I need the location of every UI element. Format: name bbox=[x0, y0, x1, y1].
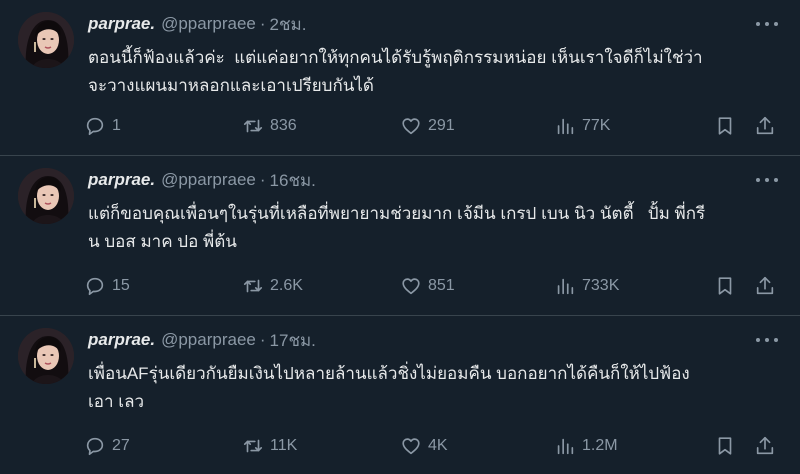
views-icon bbox=[557, 118, 574, 135]
display-name[interactable]: parprae. bbox=[88, 170, 155, 190]
tweet[interactable]: parprae. @pparpraee · 17ชม. เพื่อนAFรุ่น… bbox=[0, 316, 800, 474]
like-count: 291 bbox=[428, 117, 455, 134]
share-icon bbox=[756, 436, 774, 455]
bookmark-icon bbox=[718, 117, 732, 135]
share-button[interactable] bbox=[754, 112, 776, 140]
retweet-icon bbox=[243, 119, 263, 133]
timestamp[interactable]: 2ชม. bbox=[270, 11, 307, 38]
bookmark-button[interactable] bbox=[714, 432, 736, 460]
user-handle[interactable]: @pparpraee bbox=[161, 330, 256, 350]
like-button[interactable]: 291 bbox=[400, 112, 455, 140]
reply-button[interactable]: 27 bbox=[84, 432, 130, 460]
bookmark-button[interactable] bbox=[714, 112, 736, 140]
reply-count: 1 bbox=[112, 117, 121, 134]
like-button[interactable]: 4K bbox=[400, 432, 448, 460]
heart-icon bbox=[402, 438, 420, 455]
tweet-feed: parprae. @pparpraee · 2ชม. ตอนนี้ก็ฟ้องแ… bbox=[0, 0, 800, 474]
like-count: 851 bbox=[428, 277, 455, 294]
like-button[interactable]: 851 bbox=[400, 272, 455, 300]
tweet-text: เพื่อนAFรุ่นเดียวกันยืมเงินไปหลายล้านแล้… bbox=[88, 364, 690, 411]
timestamp[interactable]: 17ชม. bbox=[270, 327, 316, 354]
retweet-count: 11K bbox=[270, 437, 298, 454]
tweet[interactable]: parprae. @pparpraee · 2ชม. ตอนนี้ก็ฟ้องแ… bbox=[0, 0, 800, 156]
tweet-actions: 15 2.6K 851 733K bbox=[84, 272, 784, 300]
reply-icon bbox=[86, 117, 104, 136]
views-button[interactable]: 733K bbox=[554, 272, 619, 300]
timestamp[interactable]: 16ชม. bbox=[270, 167, 316, 194]
separator: · bbox=[259, 330, 266, 349]
avatar[interactable] bbox=[18, 328, 74, 384]
avatar-image bbox=[18, 168, 74, 224]
retweet-icon bbox=[243, 279, 263, 293]
bookmark-button[interactable] bbox=[714, 272, 736, 300]
views-count: 733K bbox=[582, 277, 620, 294]
views-count: 1.2M bbox=[582, 437, 618, 454]
like-count: 4K bbox=[428, 437, 448, 454]
views-icon bbox=[557, 438, 574, 455]
separator: · bbox=[259, 14, 266, 33]
display-name[interactable]: parprae. bbox=[88, 330, 155, 350]
tweet-actions: 1 836 291 77K bbox=[84, 112, 784, 140]
share-icon bbox=[756, 116, 774, 135]
share-button[interactable] bbox=[754, 432, 776, 460]
retweet-button[interactable]: 836 bbox=[242, 112, 297, 140]
display-name[interactable]: parprae. bbox=[88, 14, 155, 34]
views-icon bbox=[557, 278, 574, 295]
reply-icon bbox=[86, 437, 104, 456]
more-icon[interactable] bbox=[756, 170, 778, 190]
tweet-header: parprae. @pparpraee · 17ชม. bbox=[88, 328, 316, 352]
tweet-text: แต่ก็ขอบคุณเพื่อนๆในรุ่นที่เหลือที่พยายา… bbox=[88, 204, 706, 251]
tweet-actions: 27 11K 4K 1.2M bbox=[84, 432, 784, 460]
bookmark-icon bbox=[718, 437, 732, 455]
bookmark-icon bbox=[718, 277, 732, 295]
more-icon[interactable] bbox=[756, 330, 778, 350]
reply-button[interactable]: 15 bbox=[84, 272, 130, 300]
reply-button[interactable]: 1 bbox=[84, 112, 121, 140]
tweet-text: ตอนนี้ก็ฟ้องแล้วค่ะ แต่แค่อยากให้ทุกคนได… bbox=[88, 48, 703, 95]
share-icon bbox=[756, 276, 774, 295]
heart-icon bbox=[402, 278, 420, 295]
avatar[interactable] bbox=[18, 12, 74, 68]
share-button[interactable] bbox=[754, 272, 776, 300]
user-handle[interactable]: @pparpraee bbox=[161, 14, 256, 34]
retweet-button[interactable]: 2.6K bbox=[242, 272, 303, 300]
views-count: 77K bbox=[582, 117, 611, 134]
avatar-image bbox=[18, 12, 74, 68]
reply-count: 27 bbox=[112, 437, 130, 454]
tweet-header: parprae. @pparpraee · 16ชม. bbox=[88, 168, 316, 192]
more-icon[interactable] bbox=[756, 14, 778, 34]
views-button[interactable]: 1.2M bbox=[554, 432, 618, 460]
heart-icon bbox=[402, 118, 420, 135]
views-button[interactable]: 77K bbox=[554, 112, 610, 140]
retweet-count: 836 bbox=[270, 117, 297, 134]
tweet-header: parprae. @pparpraee · 2ชม. bbox=[88, 12, 306, 36]
separator: · bbox=[259, 170, 266, 189]
avatar[interactable] bbox=[18, 168, 74, 224]
reply-count: 15 bbox=[112, 277, 130, 294]
retweet-icon bbox=[243, 439, 263, 453]
retweet-count: 2.6K bbox=[270, 277, 303, 294]
retweet-button[interactable]: 11K bbox=[242, 432, 297, 460]
user-handle[interactable]: @pparpraee bbox=[161, 170, 256, 190]
avatar-image bbox=[18, 328, 74, 384]
reply-icon bbox=[86, 277, 104, 296]
tweet[interactable]: parprae. @pparpraee · 16ชม. แต่ก็ขอบคุณเ… bbox=[0, 156, 800, 316]
